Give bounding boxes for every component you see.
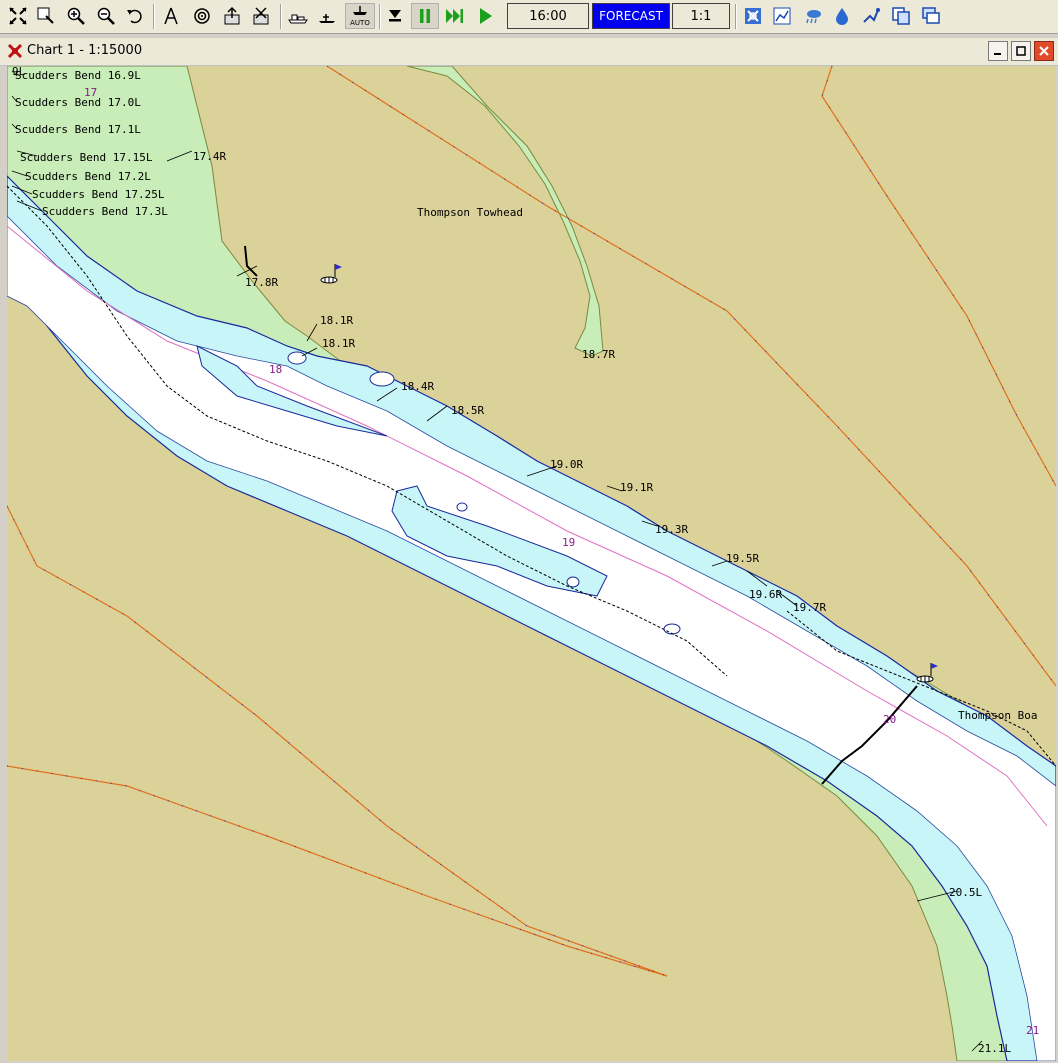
toolbar-separator	[735, 4, 737, 29]
mile-marker-label: 19.0R	[550, 458, 583, 471]
mile-marker-label: 19.6R	[749, 588, 782, 601]
measure-icon[interactable]	[158, 3, 184, 29]
play-icon[interactable]	[472, 3, 498, 29]
mile-marker-label: 18.5R	[451, 404, 484, 417]
island	[287, 351, 307, 365]
stop-icon[interactable]	[382, 3, 408, 29]
place-name-label: Thompson Boa	[958, 709, 1037, 722]
island	[456, 502, 468, 512]
forecast-button[interactable]: FORECAST	[592, 3, 670, 29]
mile-marker-label: 19.7R	[793, 601, 826, 614]
river-mile-label: 18	[269, 363, 282, 376]
layers-icon[interactable]	[740, 3, 766, 29]
island	[566, 576, 580, 588]
maximize-button[interactable]	[1011, 41, 1031, 61]
mile-marker-label: Scudders Bend 17.15L	[20, 151, 153, 164]
target-icon[interactable]	[189, 3, 215, 29]
mile-marker-label: 17.8R	[245, 276, 278, 289]
mile-marker-label: Scudders Bend 17.3L	[42, 205, 168, 218]
pause-icon[interactable]	[411, 3, 439, 29]
mile-marker-label: Scudders Bend 16.9L	[15, 69, 141, 82]
chart-window-titlebar: Chart 1 - 1:15000	[0, 38, 1058, 66]
island	[369, 371, 395, 387]
mile-marker-label: Scudders Bend 17.1L	[15, 123, 141, 136]
toolbar-separator	[153, 4, 155, 29]
auto-mode-button[interactable]: AUTO	[345, 3, 375, 29]
close-button[interactable]	[1034, 41, 1054, 61]
undo-view-icon[interactable]	[122, 3, 148, 29]
mile-marker-label: Scudders Bend 17.0L	[15, 96, 141, 109]
export-icon[interactable]	[219, 3, 245, 29]
chart-graph-icon[interactable]	[769, 3, 795, 29]
chart-app-icon	[7, 43, 23, 59]
mile-marker-label: Scudders Bend 17.25L	[32, 188, 165, 201]
mile-marker-label: 21.1L	[978, 1042, 1011, 1055]
toolbar-separator	[280, 4, 282, 29]
water-level-icon[interactable]	[829, 3, 855, 29]
mile-marker-label: 19.5R	[726, 552, 759, 565]
chart-window-title: Chart 1 - 1:15000	[27, 43, 143, 58]
toolbar: AUTO 16:00 FORECAST 1:1	[0, 0, 1058, 34]
mile-marker-label: 20.5L	[949, 886, 982, 899]
copy-icon[interactable]	[888, 3, 914, 29]
nautical-chart-canvas[interactable]: 9L Scudders Bend 16.9L Scudders Bend 17.…	[7, 66, 1056, 1061]
mile-marker-label: 18.1R	[320, 314, 353, 327]
mile-marker-label: 19.1R	[620, 481, 653, 494]
zoom-window-icon[interactable]	[33, 3, 59, 29]
time-display: 16:00	[507, 3, 589, 29]
auto-label: AUTO	[350, 19, 370, 27]
river-mile-label: 21	[1026, 1024, 1039, 1037]
import-icon[interactable]	[248, 3, 274, 29]
mile-marker-label: Scudders Bend 17.2L	[25, 170, 151, 183]
river-mile-label: 17	[84, 86, 97, 99]
weather-icon[interactable]	[800, 3, 826, 29]
river-mile-label: 20	[883, 713, 896, 726]
minimize-button[interactable]	[988, 41, 1008, 61]
toolbar-separator	[379, 4, 381, 29]
scale-ratio-display[interactable]: 1:1	[672, 3, 730, 29]
windows-icon[interactable]	[918, 3, 944, 29]
zoom-out-icon[interactable]	[93, 3, 119, 29]
mile-marker-label: 17.4R	[193, 150, 226, 163]
island	[663, 623, 681, 635]
river-mile-label: 19	[562, 536, 575, 549]
place-name-label: Thompson Towhead	[417, 206, 523, 219]
chart-svg: 9L Scudders Bend 16.9L Scudders Bend 17.…	[7, 66, 1056, 1061]
mile-marker-label: 18.1R	[322, 337, 355, 350]
fast-forward-icon[interactable]	[442, 3, 468, 29]
mile-marker-label: 18.7R	[582, 348, 615, 361]
towboat-icon[interactable]	[285, 3, 311, 29]
route-icon[interactable]	[858, 3, 884, 29]
mile-marker-label: 18.4R	[401, 380, 434, 393]
mile-marker-label: 19.3R	[655, 523, 688, 536]
zoom-in-icon[interactable]	[63, 3, 89, 29]
full-extent-icon[interactable]	[5, 3, 31, 29]
vessel-icon[interactable]	[314, 3, 340, 29]
